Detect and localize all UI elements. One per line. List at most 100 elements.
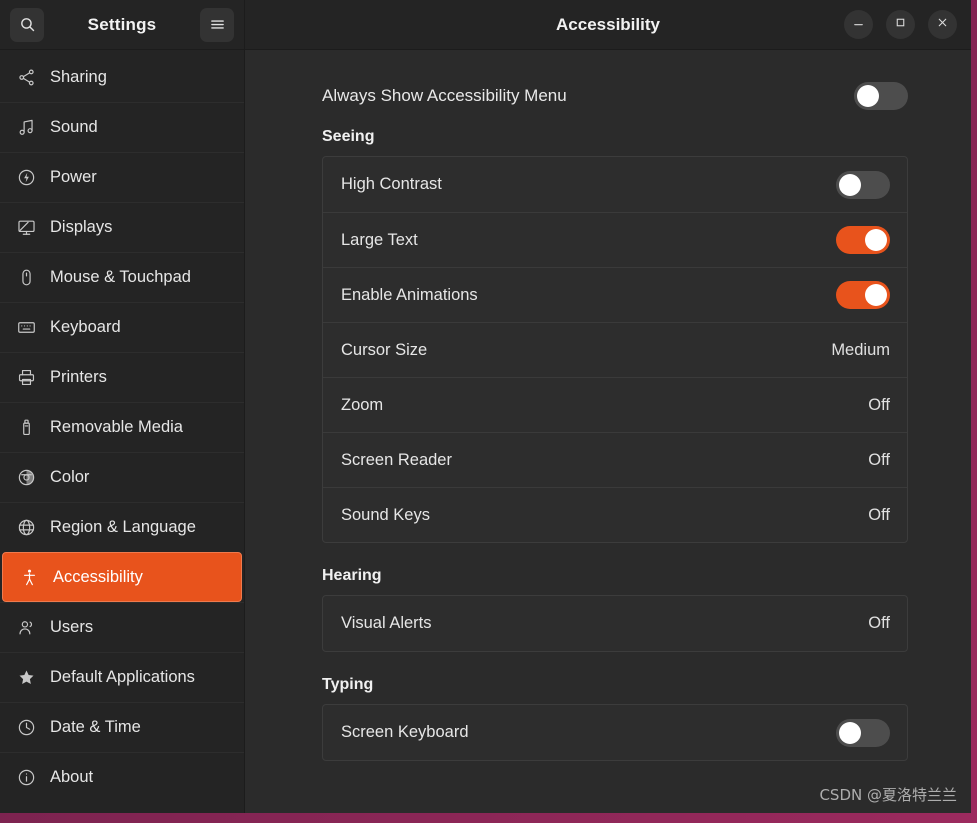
color-wheel-icon — [16, 468, 36, 488]
settings-sections: Seeing High Contrast Large Text Enable An… — [322, 128, 908, 761]
sidebar-item-label: Sharing — [50, 67, 107, 86]
toggle-knob — [839, 721, 861, 744]
sidebar-item-label: Power — [50, 168, 97, 186]
sidebar-item-label: Region & Language — [50, 518, 196, 536]
large-text-label: Large Text — [341, 230, 418, 249]
share-nodes-icon — [16, 67, 36, 87]
row-visual-alerts[interactable]: Visual Alerts Off — [323, 596, 907, 651]
screen-reader-value: Off — [868, 450, 890, 469]
zoom-label: Zoom — [341, 395, 384, 414]
row-enable-animations[interactable]: Enable Animations — [323, 267, 907, 322]
minimize-button[interactable] — [844, 10, 873, 39]
watermark: CSDN @夏洛特兰兰 — [819, 786, 957, 804]
power-bolt-icon — [16, 168, 36, 188]
globe-icon — [16, 518, 36, 538]
high-contrast-toggle[interactable] — [836, 170, 890, 199]
row-large-text[interactable]: Large Text — [323, 212, 907, 267]
toggle-knob — [865, 284, 887, 306]
enable-animations-label: Enable Animations — [341, 285, 478, 304]
zoom-value: Off — [868, 395, 890, 414]
clock-icon — [16, 718, 36, 738]
maximize-icon — [894, 16, 907, 34]
enable-animations-toggle[interactable] — [836, 281, 890, 309]
large-text-toggle[interactable] — [836, 226, 890, 254]
app-title: Settings — [87, 14, 157, 34]
screen-keyboard-toggle[interactable] — [836, 718, 890, 747]
row-screen-reader[interactable]: Screen Reader Off — [323, 432, 907, 487]
row-high-contrast[interactable]: High Contrast — [323, 157, 907, 212]
sidebar-item-label: Displays — [50, 218, 113, 236]
titlebar-right-pane: Accessibility — [245, 0, 971, 49]
close-icon — [936, 16, 949, 34]
sidebar-item-users[interactable]: Users — [0, 602, 244, 652]
sidebar-item-label: About — [50, 768, 94, 786]
always-show-accessibility-menu-row[interactable]: Always Show Accessibility Menu — [322, 50, 908, 122]
monitor-icon — [16, 218, 36, 238]
sidebar-item-displays[interactable]: Displays — [0, 202, 244, 252]
row-sound-keys[interactable]: Sound Keys Off — [323, 487, 907, 542]
printer-icon — [16, 368, 36, 388]
section-title-hearing: Hearing — [322, 567, 382, 584]
row-screen-keyboard[interactable]: Screen Keyboard — [323, 705, 907, 760]
section-card-seeing: High Contrast Large Text Enable Animatio… — [322, 156, 908, 543]
maximize-button[interactable] — [886, 10, 915, 39]
sidebar-item-printers[interactable]: Printers — [0, 352, 244, 402]
cursor-size-value: Medium — [831, 340, 890, 359]
settings-sidebar: Sharing Sound Power Displays Mouse & Touchp… — [0, 50, 245, 813]
section-title-seeing: Seeing — [322, 128, 375, 145]
sidebar-item-label: Keyboard — [50, 318, 121, 336]
main-menu-button[interactable] — [200, 7, 234, 42]
sidebar-item-keyboard[interactable]: Keyboard — [0, 302, 244, 352]
sidebar-item-label: Accessibility — [53, 567, 143, 586]
sidebar-item-label: Removable Media — [50, 418, 183, 436]
screen-reader-label: Screen Reader — [341, 450, 452, 469]
sidebar-item-date-time[interactable]: Date & Time — [0, 702, 244, 752]
row-zoom[interactable]: Zoom Off — [323, 377, 907, 432]
toggle-knob — [857, 85, 879, 107]
cursor-size-label: Cursor Size — [341, 340, 428, 359]
section-card-typing: Screen Keyboard — [322, 704, 908, 761]
sidebar-item-label: Printers — [50, 368, 107, 386]
always-show-accessibility-menu-toggle[interactable] — [854, 82, 908, 110]
music-note-icon — [16, 118, 36, 138]
sidebar-item-default-applications[interactable]: Default Applications — [0, 652, 244, 702]
sidebar-item-power[interactable]: Power — [0, 152, 244, 202]
sidebar-item-removable-media[interactable]: Removable Media — [0, 402, 244, 452]
search-button[interactable] — [10, 7, 44, 42]
always-show-accessibility-menu-label: Always Show Accessibility Menu — [322, 86, 567, 105]
screen-keyboard-label: Screen Keyboard — [341, 723, 469, 741]
sound-keys-value: Off — [868, 505, 890, 524]
window-titlebar: Settings Accessibility — [0, 0, 971, 50]
toggle-knob — [839, 173, 861, 196]
window-controls — [844, 10, 957, 39]
sidebar-item-sharing[interactable]: Sharing — [0, 52, 244, 102]
close-button[interactable] — [928, 10, 957, 39]
sidebar-item-color[interactable]: Color — [0, 452, 244, 502]
sidebar-item-mouse-touchpad[interactable]: Mouse & Touchpad — [0, 252, 244, 302]
sound-keys-label: Sound Keys — [341, 505, 430, 524]
sidebar-item-about[interactable]: About — [0, 752, 244, 802]
row-cursor-size[interactable]: Cursor Size Medium — [323, 322, 907, 377]
sidebar-item-label: Sound — [50, 118, 98, 136]
search-icon — [19, 16, 36, 33]
section-card-hearing: Visual Alerts Off — [322, 595, 908, 652]
sidebar-item-label: Default Applications — [50, 668, 195, 686]
sidebar-item-accessibility[interactable]: Accessibility — [2, 552, 242, 602]
star-icon — [16, 668, 36, 688]
sidebar-item-sound[interactable]: Sound — [0, 102, 244, 152]
visual-alerts-label: Visual Alerts — [341, 614, 432, 632]
minimize-icon — [852, 16, 865, 34]
users-icon — [16, 618, 36, 638]
high-contrast-label: High Contrast — [341, 175, 442, 193]
mouse-icon — [16, 268, 36, 288]
keyboard-icon — [16, 318, 36, 338]
sidebar-item-label: Color — [50, 468, 90, 486]
sidebar-item-label: Users — [50, 618, 94, 636]
visual-alerts-value: Off — [868, 614, 890, 632]
toggle-knob — [865, 229, 887, 251]
sidebar-item-label: Mouse & Touchpad — [50, 268, 191, 286]
section-title-typing: Typing — [322, 676, 374, 693]
sidebar-item-region-language[interactable]: Region & Language — [0, 502, 244, 552]
titlebar-left-pane: Settings — [0, 0, 245, 49]
accessibility-icon — [19, 567, 39, 587]
